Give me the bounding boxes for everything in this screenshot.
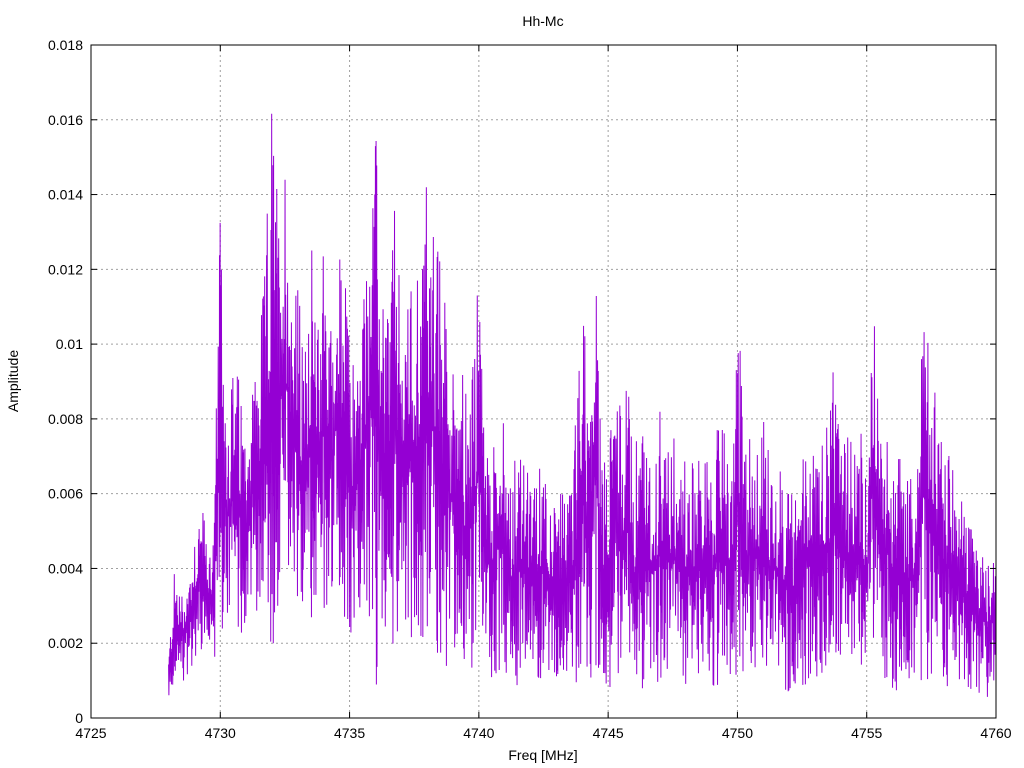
y-tick-label: 0.008 [48,411,83,427]
y-axis-label: Amplitude [5,350,21,412]
y-tick-label: 0.012 [48,261,83,277]
amplitude-chart: 4725 4730 4735 4740 4745 4750 4755 4760 0 0.002 0.… [5,13,1012,763]
x-tick-label: 4735 [334,725,365,741]
chart-title: Hh-Mc [522,13,563,29]
y-tick-label: 0.01 [56,336,83,352]
x-axis-label: Freq [MHz] [508,747,577,763]
series-layer [168,113,997,697]
x-tick-label: 4725 [75,725,106,741]
x-tick-label: 4755 [851,725,882,741]
x-tick-label: 4750 [722,725,753,741]
x-tick-label: 4745 [593,725,624,741]
x-tick-label: 4760 [980,725,1011,741]
y-tick-label: 0.004 [48,560,83,576]
x-tick-label: 4730 [205,725,236,741]
x-tick-label: 4740 [463,725,494,741]
y-tick-label: 0.018 [48,37,83,53]
y-tick-label: 0.014 [48,187,83,203]
y-tick-label: 0.016 [48,112,83,128]
series-line [168,113,997,697]
y-tick-label: 0 [75,710,83,726]
y-tick-label: 0.002 [48,635,83,651]
y-tick-label: 0.006 [48,486,83,502]
